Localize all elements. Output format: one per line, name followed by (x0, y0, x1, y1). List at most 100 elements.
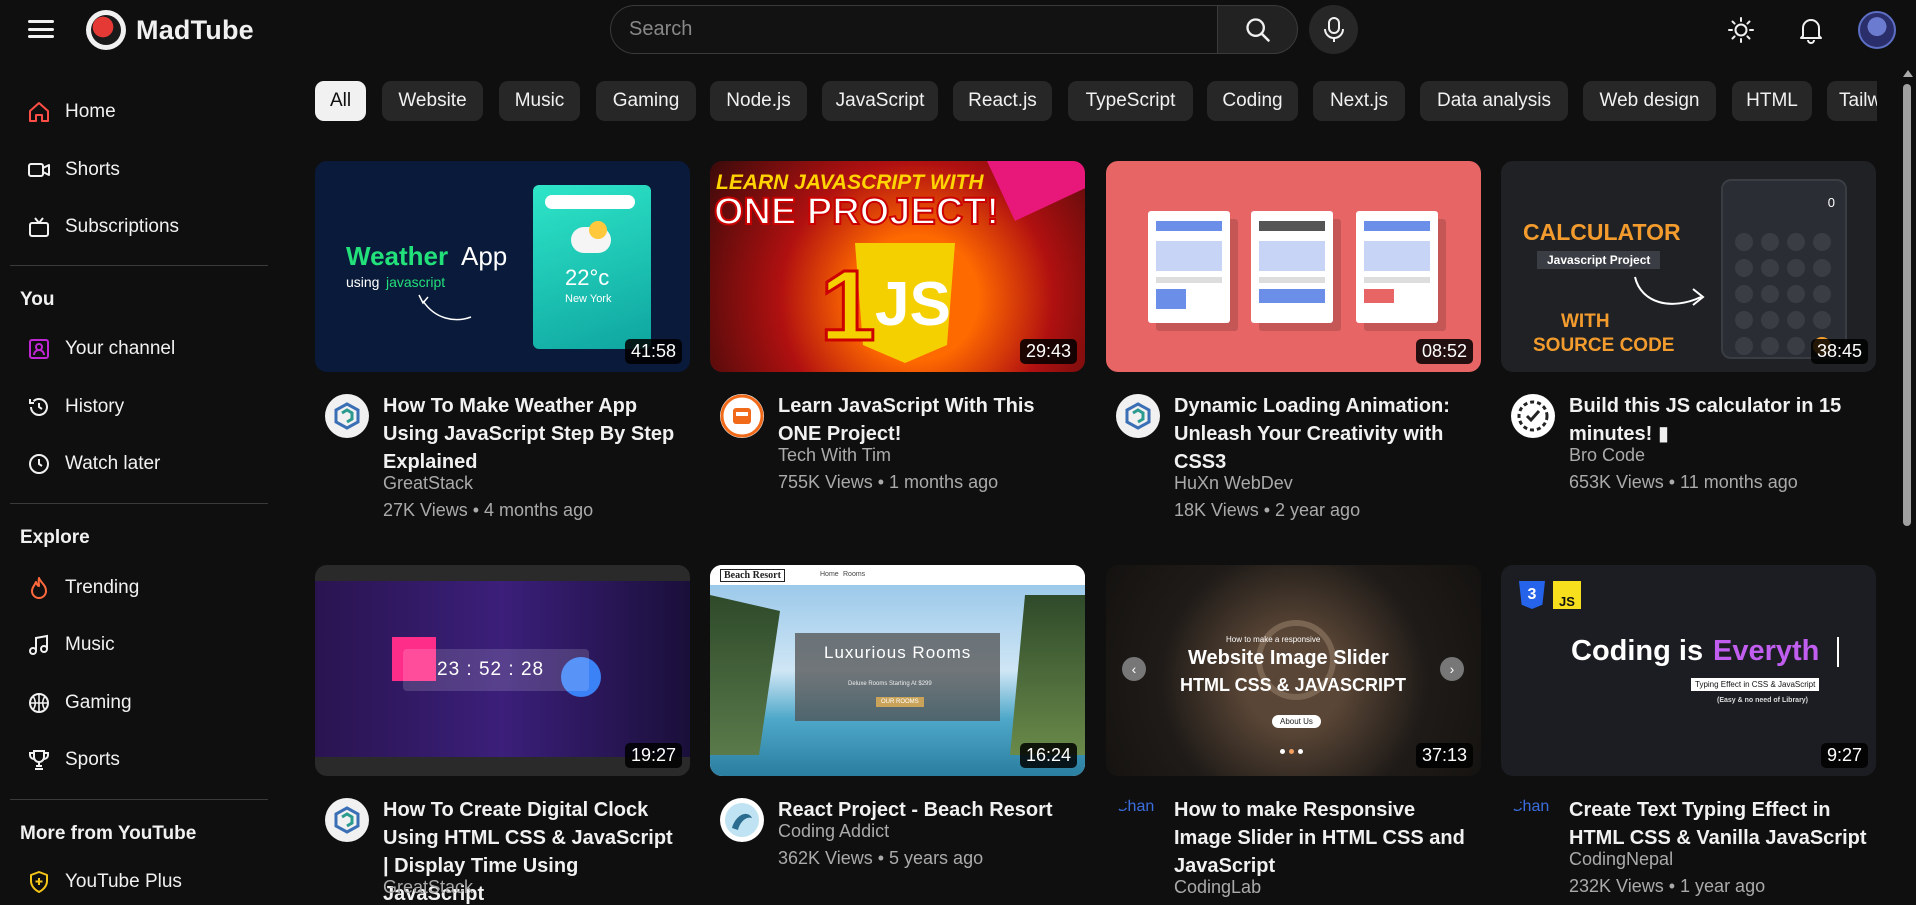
thumb-text: HTML CSS & JAVASCRIPT (1180, 675, 1407, 695)
video-thumbnail[interactable]: 3 JS Coding is Everyth Typing Effect in … (1501, 565, 1876, 776)
sidebar-item-youtube-plus[interactable]: YouTube Plus (10, 856, 260, 905)
chip-music[interactable]: Music (499, 81, 580, 121)
video-thumbnail[interactable]: Weather App using javascript 22°c New Yo… (315, 161, 690, 372)
search-icon (1245, 17, 1270, 42)
channel-name[interactable]: GreatStack (383, 877, 473, 898)
sidebar-item-home[interactable]: Home (10, 86, 260, 138)
chip-gaming[interactable]: Gaming (596, 81, 696, 121)
sidebar-item-history[interactable]: History (10, 381, 260, 433)
thumb-text: Website Image Slider (1188, 647, 1389, 669)
sidebar-item-music[interactable]: Music (10, 619, 260, 671)
youtube-plus-icon (26, 869, 52, 895)
video-duration: 37:13 (1415, 743, 1473, 768)
sidebar-item-sports[interactable]: Sports (10, 734, 260, 786)
video-card: 23 : 52 : 28 19:27 How To Create Digital… (315, 565, 690, 905)
channel-avatar[interactable] (720, 394, 764, 438)
scrollbar[interactable] (1900, 66, 1914, 905)
video-title[interactable]: React Project - Beach Resort (778, 796, 1078, 824)
video-card: Beach Resort Home Rooms Luxurious Rooms … (710, 565, 1085, 896)
chip-tailwind[interactable]: Tailw (1827, 81, 1877, 121)
video-card: How to make a responsive Website Image S… (1106, 565, 1481, 898)
thumb-text: 23 : 52 : 28 (437, 659, 545, 680)
chip-nextjs[interactable]: Next.js (1313, 81, 1405, 121)
thumb-text: Deluxe Rooms Starting At $299 (848, 681, 932, 687)
video-title[interactable]: How To Make Weather App Using JavaScript… (383, 392, 683, 476)
thumb-text: ONE PROJECT! (713, 190, 1000, 234)
video-title[interactable]: How to make Responsive Image Slider in H… (1174, 796, 1474, 880)
chip-html[interactable]: HTML (1732, 81, 1812, 121)
thumb-text: Coding is (1571, 635, 1704, 667)
channel-avatar[interactable] (1116, 394, 1160, 438)
chip-javascript[interactable]: JavaScript (822, 81, 938, 121)
video-duration: 16:24 (1019, 743, 1077, 768)
channel-name[interactable]: CodingNepal (1569, 849, 1673, 870)
video-duration: 9:27 (1820, 743, 1868, 768)
channel-avatar[interactable] (325, 394, 369, 438)
video-thumbnail[interactable]: 23 : 52 : 28 19:27 (315, 565, 690, 776)
filter-chips: All Website Music Gaming Node.js JavaScr… (315, 81, 1877, 121)
chip-reactjs[interactable]: React.js (953, 81, 1052, 121)
sidebar-item-trending[interactable]: Trending (10, 562, 260, 614)
thumb-text: Everyth (1713, 635, 1820, 667)
video-title[interactable]: Dynamic Loading Animation: Unleash Your … (1174, 392, 1474, 476)
sidebar-item-label: Music (65, 634, 115, 655)
channel-avatar[interactable]: Chan (1116, 798, 1160, 842)
search-input[interactable] (610, 5, 1217, 54)
channel-avatar[interactable]: Chan (1511, 798, 1555, 842)
scroll-up-arrow-icon[interactable] (1903, 70, 1913, 77)
video-card: 08:52 Dynamic Loading Animation: Unleash… (1106, 161, 1481, 520)
sidebar-item-your-channel[interactable]: Your channel (10, 323, 260, 375)
thumb-text: App (461, 241, 508, 271)
chip-web-design[interactable]: Web design (1583, 81, 1716, 121)
sidebar-item-watch-later[interactable]: Watch later (10, 438, 260, 490)
channel-name[interactable]: CodingLab (1174, 877, 1261, 898)
sidebar-item-subscriptions[interactable]: Subscriptions (10, 201, 260, 253)
video-thumbnail[interactable]: LEARN JAVASCRIPT WITH ONE PROJECT! 1 JS … (710, 161, 1085, 372)
top-header: MadTube (0, 0, 1916, 62)
search-button[interactable] (1217, 5, 1298, 54)
user-avatar[interactable] (1858, 11, 1896, 49)
voice-search-button[interactable] (1309, 5, 1358, 54)
video-thumbnail[interactable]: How to make a responsive Website Image S… (1106, 565, 1481, 776)
channel-name[interactable]: HuXn WebDev (1174, 473, 1293, 494)
video-thumbnail[interactable]: Beach Resort Home Rooms Luxurious Rooms … (710, 565, 1085, 776)
channel-name[interactable]: Tech With Tim (778, 445, 891, 466)
channel-name[interactable]: GreatStack (383, 473, 473, 494)
channel-avatar[interactable] (325, 798, 369, 842)
channel-name[interactable]: Coding Addict (778, 821, 889, 842)
chip-all[interactable]: All (315, 81, 366, 121)
sidebar-item-label: Your channel (65, 338, 176, 359)
chip-data-analysis[interactable]: Data analysis (1420, 81, 1568, 121)
video-card: Weather App using javascript 22°c New Yo… (315, 161, 690, 520)
channel-avatar[interactable] (1511, 394, 1555, 438)
menu-icon[interactable] (26, 17, 56, 41)
thumb-text: OUR ROOMS (876, 697, 924, 707)
channel-avatar[interactable] (720, 798, 764, 842)
slider-prev-icon: ‹ (1122, 657, 1146, 681)
scroll-thumb[interactable] (1903, 84, 1911, 526)
chip-nodejs[interactable]: Node.js (710, 81, 807, 121)
video-title[interactable]: Create Text Typing Effect in HTML CSS & … (1569, 796, 1869, 852)
channel-name[interactable]: Bro Code (1569, 445, 1645, 466)
video-title[interactable]: Build this JS calculator in 15 minutes! … (1569, 392, 1869, 448)
search-bar (610, 5, 1298, 54)
thumb-text: using (346, 274, 380, 290)
video-duration: 41:58 (624, 339, 682, 364)
logo[interactable]: MadTube (86, 10, 254, 50)
video-thumbnail[interactable]: CALCULATOR Javascript Project WITH SOURC… (1501, 161, 1876, 372)
chip-typescript[interactable]: TypeScript (1068, 81, 1193, 121)
broken-avatar-alt: Chan (1511, 798, 1550, 815)
thumb-text: Home (820, 571, 839, 578)
chip-coding[interactable]: Coding (1207, 81, 1298, 121)
app-name: MadTube (136, 14, 254, 45)
sidebar-item-shorts[interactable]: Shorts (10, 144, 260, 196)
video-title[interactable]: Learn JavaScript With This ONE Project! (778, 392, 1078, 448)
sidebar-item-label: Sports (65, 749, 120, 770)
theme-toggle-icon[interactable] (1723, 12, 1759, 48)
notifications-icon[interactable] (1793, 12, 1829, 48)
sidebar-item-gaming[interactable]: Gaming (10, 677, 260, 729)
video-thumbnail[interactable]: 08:52 (1106, 161, 1481, 372)
thumb-text: How to make a responsive (1226, 635, 1321, 644)
chip-website[interactable]: Website (382, 81, 483, 121)
thumb-text: CALCULATOR (1523, 219, 1681, 245)
